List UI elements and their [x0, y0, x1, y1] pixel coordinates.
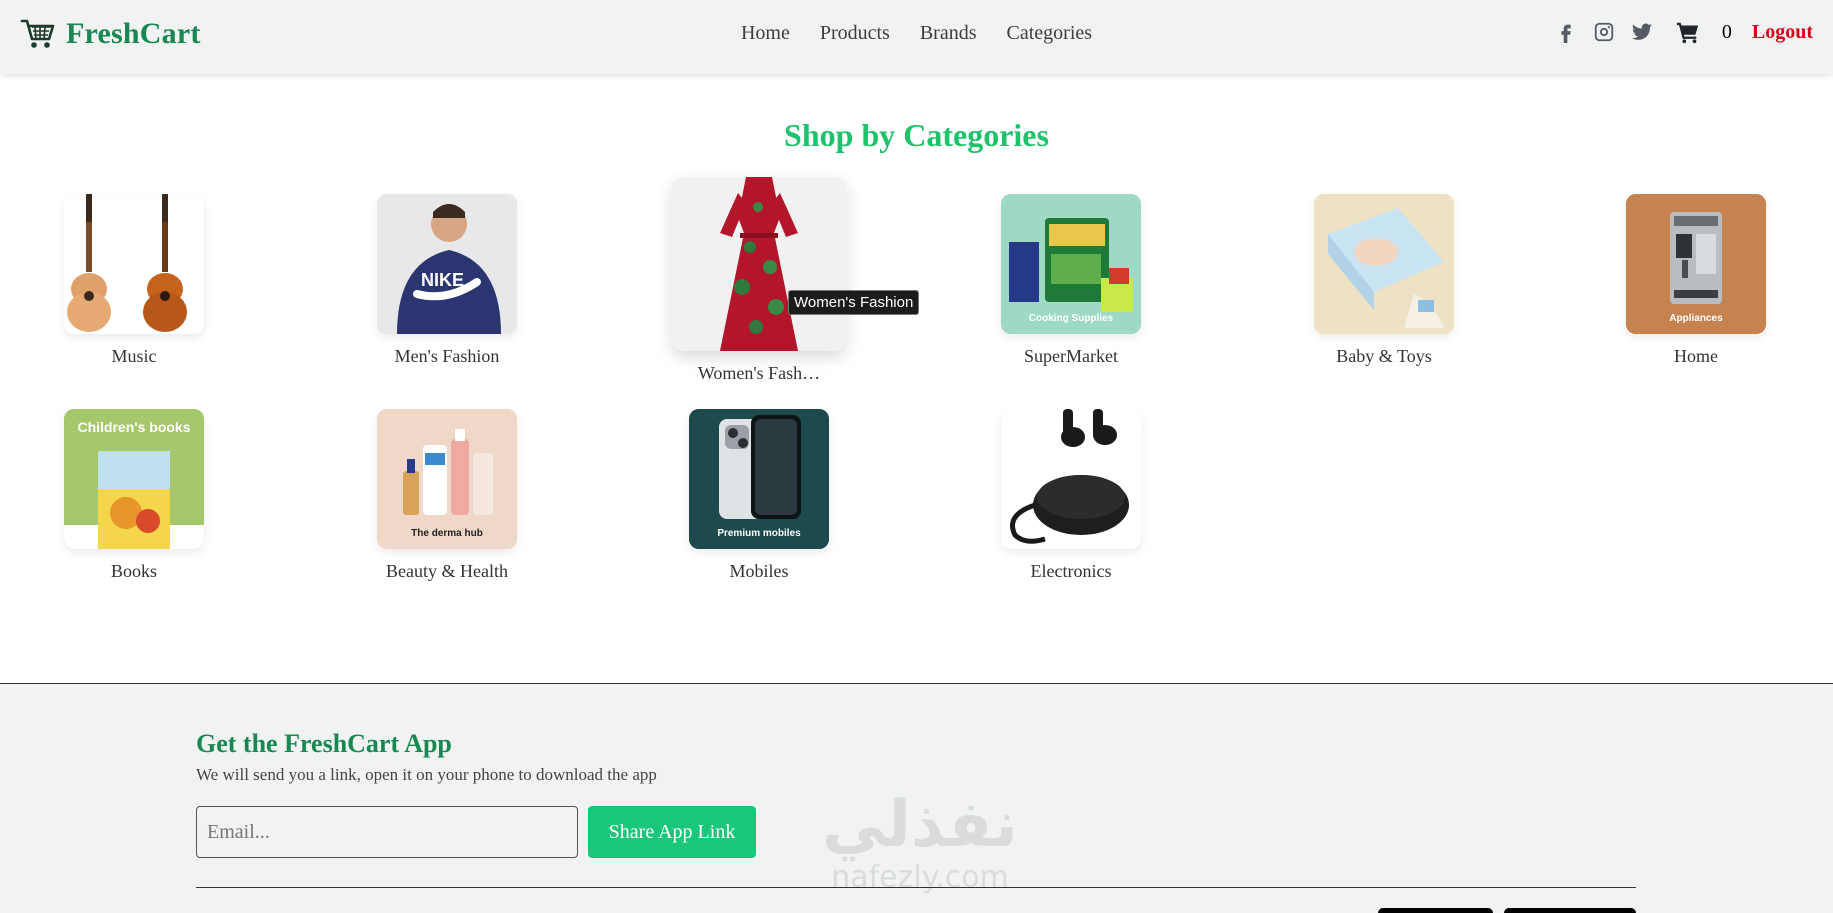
category-label: Music — [111, 346, 157, 366]
category-label: Home — [1674, 346, 1718, 366]
category-tooltip: Women's Fashion — [788, 290, 920, 315]
category-label: Women's Fash… — [697, 363, 821, 383]
category-card-electronics[interactable]: Electronics — [961, 409, 1181, 582]
footer-divider — [196, 887, 1636, 888]
category-image-books: Children's books — [64, 409, 204, 549]
category-label: Men's Fashion — [394, 346, 500, 366]
category-card-home[interactable]: Appliances Home — [1586, 194, 1806, 367]
footer: Get the FreshCart App We will send you a… — [0, 683, 1833, 913]
category-card-music[interactable]: Music — [24, 194, 244, 367]
category-image-supermarket: Cooking Supplies — [1001, 194, 1141, 334]
category-image-caption: Appliances — [1669, 313, 1723, 324]
category-image-caption: The derma hub — [411, 528, 483, 539]
category-label: Beauty & Health — [386, 561, 508, 581]
category-image-womens-fashion — [672, 177, 846, 351]
category-image-home: Appliances — [1626, 194, 1766, 334]
category-card-books[interactable]: Children's books Books — [24, 409, 244, 582]
category-image-mens-fashion: NIKE — [377, 194, 517, 334]
footer-title: Get the FreshCart App — [196, 729, 452, 758]
category-image-caption: Premium mobiles — [717, 528, 801, 539]
category-label: Mobiles — [729, 561, 789, 581]
category-image-music — [64, 194, 204, 334]
google-play-badge[interactable] — [1504, 908, 1636, 913]
svg-text:NIKE: NIKE — [421, 270, 464, 290]
category-label: Electronics — [1030, 561, 1112, 581]
footer-subtitle: We will send you a link, open it on your… — [196, 765, 657, 784]
category-card-mobiles[interactable]: Premium mobiles Mobiles — [649, 409, 869, 582]
category-card-womens-fashion[interactable]: Women's Fash… — [649, 177, 869, 384]
category-label: SuperMarket — [1024, 346, 1118, 366]
share-app-link-button[interactable]: Share App Link — [588, 806, 756, 858]
category-card-beauty-health[interactable]: The derma hub Beauty & Health — [337, 409, 557, 582]
category-image-mobiles: Premium mobiles — [689, 409, 829, 549]
category-image-baby-toys — [1314, 194, 1454, 334]
category-card-baby-toys[interactable]: Baby & Toys — [1274, 194, 1494, 367]
category-card-supermarket[interactable]: Cooking Supplies SuperMarket — [961, 194, 1181, 367]
email-input[interactable] — [196, 806, 578, 858]
app-store-badge[interactable] — [1378, 908, 1493, 913]
category-image-caption: Cooking Supplies — [1028, 313, 1114, 324]
category-label: Books — [110, 561, 157, 581]
category-label: Baby & Toys — [1336, 346, 1432, 366]
category-image-beauty-health: The derma hub — [377, 409, 517, 549]
category-image-caption: Children's books — [77, 419, 191, 435]
category-image-electronics — [1001, 409, 1141, 549]
category-card-mens-fashion[interactable]: NIKE Men's Fashion — [337, 194, 557, 367]
